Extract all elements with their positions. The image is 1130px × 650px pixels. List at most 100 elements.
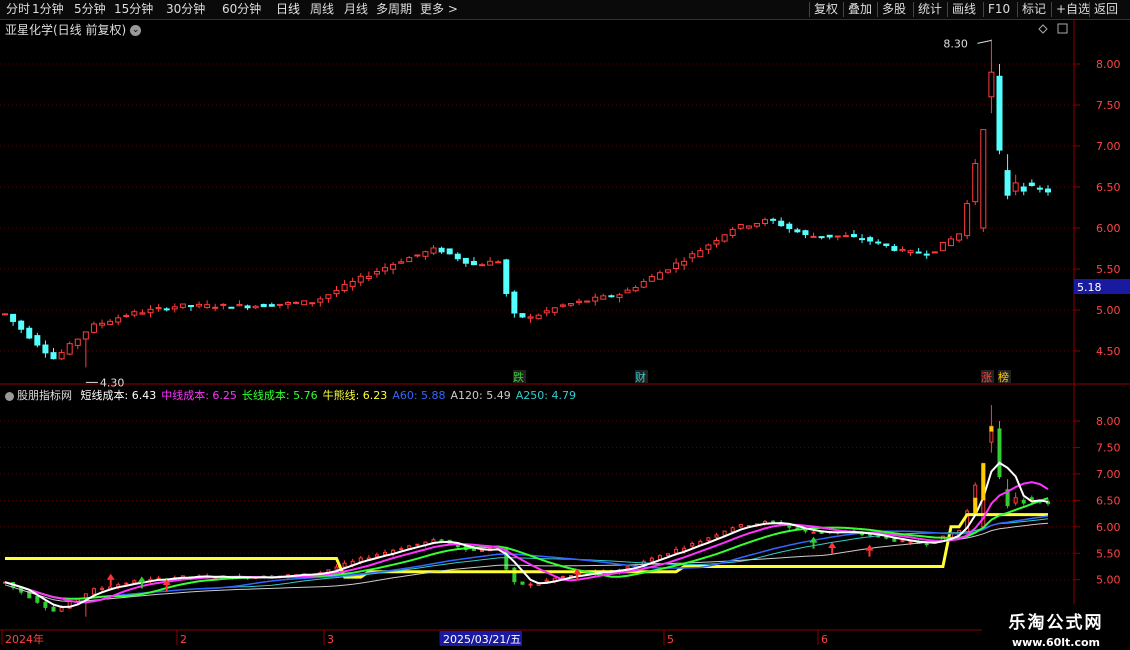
signal-bar [989, 426, 994, 432]
candle-body [745, 225, 752, 229]
indicator-value-6: A120: 5.49 [450, 389, 511, 402]
candle-body [616, 294, 623, 299]
candle-body [236, 304, 243, 307]
mid-cost-line [4, 481, 1049, 604]
indicator-candle-body [520, 581, 525, 585]
candle-body [50, 352, 57, 360]
candle-body [204, 304, 211, 308]
candle-body [1012, 182, 1019, 192]
candle-body [656, 272, 663, 280]
indicator-candle-body [132, 580, 137, 584]
indicator-value-5: A60: 5.88 [392, 389, 446, 402]
price-axis-label: 6.00 [1096, 222, 1121, 235]
candle-body [786, 223, 793, 229]
indicator-candle-body [819, 531, 824, 534]
candle-body [996, 75, 1003, 151]
candle-body [82, 331, 89, 340]
candle-body [1028, 182, 1035, 187]
price-axis-label: 5.50 [1096, 263, 1121, 276]
candle-body [462, 257, 469, 264]
candle-body [867, 237, 874, 242]
long-cost-line [4, 497, 1049, 600]
time-label: 5 [667, 633, 674, 646]
indicator-candle-body [771, 520, 776, 523]
candle-body [284, 302, 291, 305]
indicator-candle-body [560, 575, 565, 578]
candle-body [495, 261, 502, 264]
candle-body [939, 241, 946, 252]
candle-body [252, 305, 259, 309]
candle-body [212, 306, 219, 309]
indicator-candle-body [383, 551, 388, 556]
time-label: 2 [180, 633, 187, 646]
signal-arrow [809, 536, 818, 549]
candle-body [325, 294, 332, 299]
watermark-logo: 乐淘公式网 www.60lt.com [982, 604, 1130, 650]
candle-body [592, 296, 599, 302]
candle-body [10, 313, 17, 322]
candle-body [608, 295, 615, 298]
candle-body [842, 235, 849, 238]
watermark-title: 乐淘公式网 [1008, 613, 1104, 633]
candle-body [123, 315, 130, 318]
candle-body [373, 270, 380, 275]
candle-body [923, 253, 930, 256]
candle-body [74, 338, 81, 346]
candle-body [470, 260, 477, 266]
indicator-name: 股朋指标网 [17, 389, 72, 402]
candle-body [333, 289, 340, 295]
time-label: 3 [327, 633, 334, 646]
candle-body [802, 230, 809, 236]
candle-body [988, 71, 995, 98]
signal-bar [981, 463, 986, 501]
indicator-axis-label: 6.50 [1096, 494, 1121, 507]
candle-body [559, 304, 566, 307]
indicator-candle-body [722, 530, 727, 536]
candle-body [964, 203, 971, 237]
candle-body [503, 259, 510, 294]
indicator-candle-body [43, 601, 48, 608]
candle-body [915, 251, 922, 254]
candle-body [244, 305, 251, 309]
candle-body [42, 344, 49, 354]
indicator-candle-body [1029, 497, 1034, 500]
candle-body [220, 303, 227, 306]
indicator-value-4: 牛熊线: 6.23 [322, 389, 388, 402]
candle-body [624, 289, 631, 294]
candle-body [187, 305, 194, 308]
candle-body [309, 302, 316, 305]
high-price-label: 8.30 [943, 37, 968, 50]
candle-body [648, 276, 655, 282]
time-label: 2024年 [5, 632, 44, 646]
signal-arrow [106, 573, 115, 586]
indicator-axis-label: 7.00 [1096, 468, 1121, 481]
candle-body [228, 306, 235, 309]
candle-body [778, 220, 785, 227]
candle-body [713, 240, 720, 245]
candle-body [980, 129, 987, 229]
candle-body [422, 251, 429, 257]
candle-body [260, 303, 267, 308]
indicator-toggle-icon[interactable] [5, 391, 14, 401]
candle-body [414, 254, 421, 257]
indicator-candle-body [884, 536, 889, 539]
candle-body [34, 335, 41, 346]
indicator-candle-body [997, 428, 1002, 478]
signal-arrow [828, 541, 837, 554]
indicator-axis-label: 5.50 [1096, 547, 1121, 560]
candle-body [179, 303, 186, 308]
candle-body [357, 275, 364, 283]
candle-body [899, 248, 906, 252]
candle-body [681, 260, 688, 266]
price-chart: 8.00 7.50 7.00 6.50 6.00 5.50 5.00 4.50 5.18 8.00… [0, 19, 1130, 650]
candle-body [115, 317, 122, 323]
indicator-axis-label: 7.50 [1096, 441, 1121, 454]
candle-body [543, 310, 550, 314]
candle-body [859, 238, 866, 241]
candle-body [1004, 170, 1011, 196]
price-axis-label: 5.00 [1096, 304, 1121, 317]
candle-body [406, 257, 413, 263]
candle-body [721, 234, 728, 242]
candle-body [535, 314, 542, 320]
candle-body [438, 247, 445, 253]
